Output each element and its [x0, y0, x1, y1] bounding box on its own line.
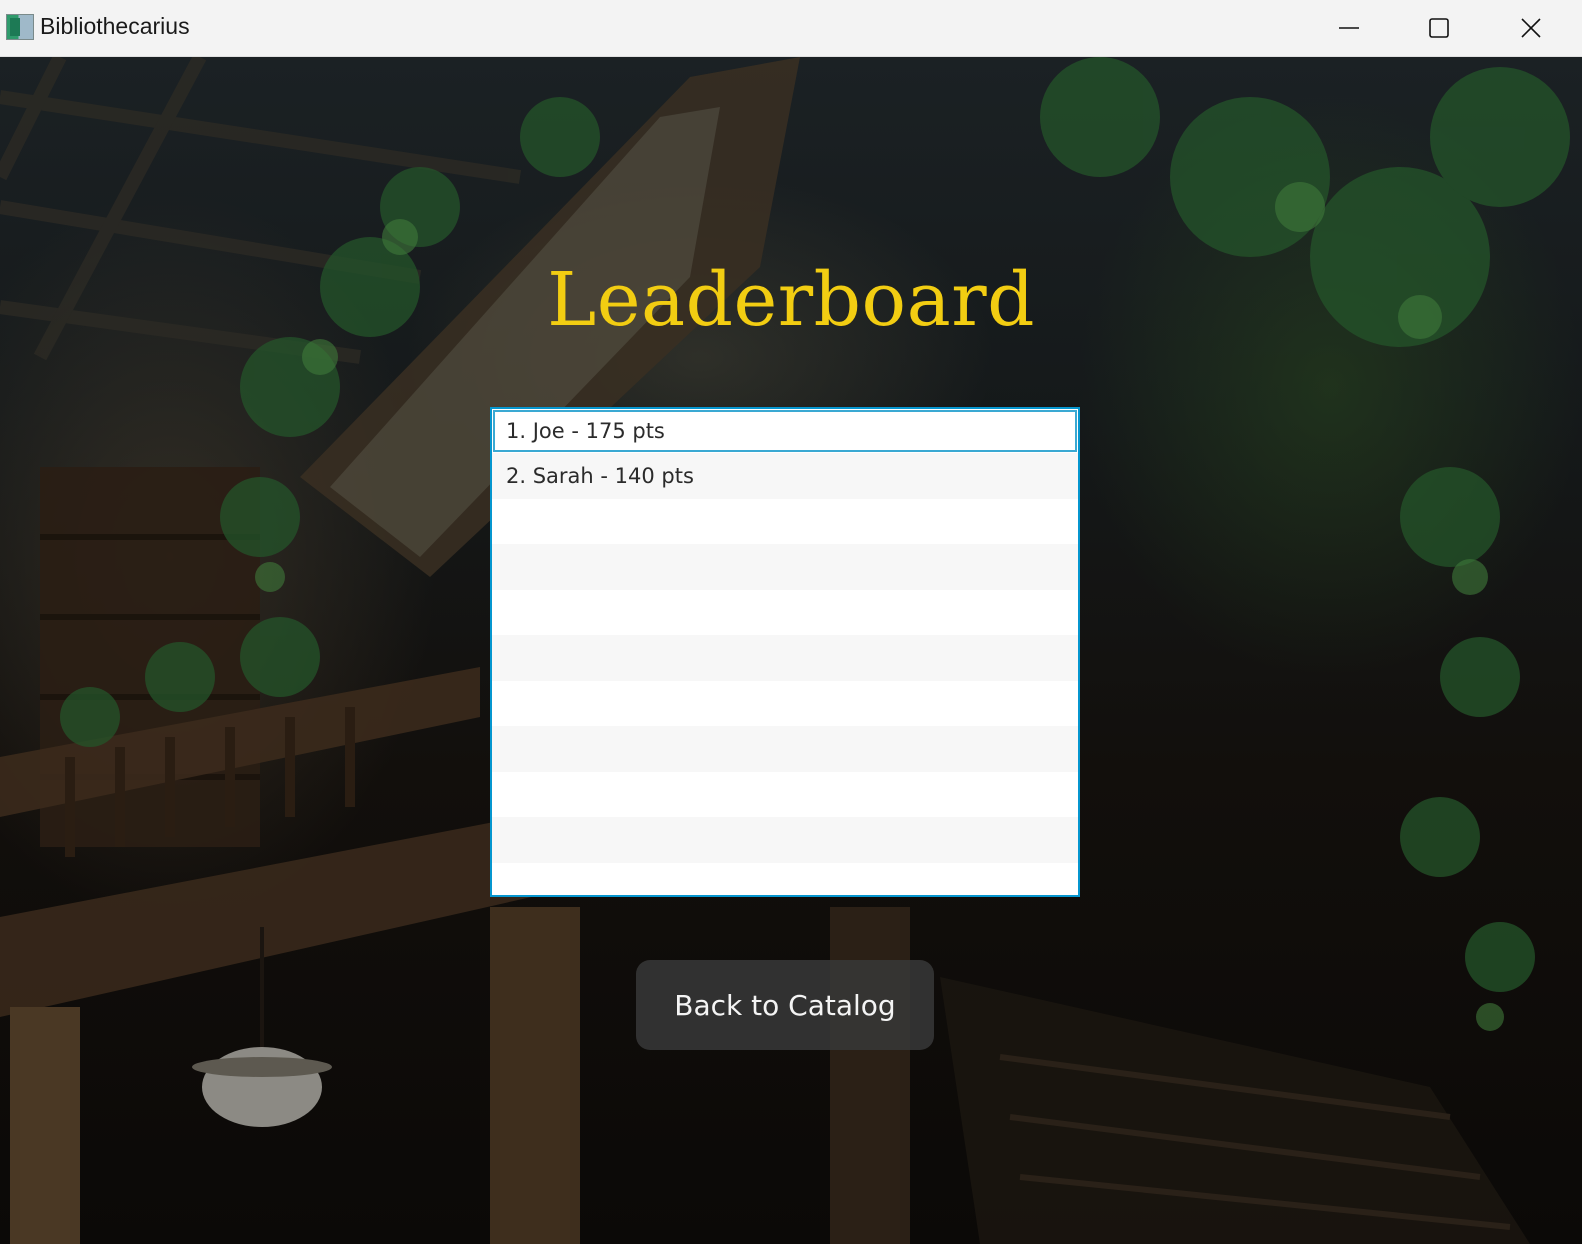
list-row-empty — [492, 498, 1078, 544]
leaderboard-entry-label: 2. Sarah - 140 pts — [506, 463, 694, 488]
minimize-button[interactable] — [1304, 0, 1394, 56]
list-row-empty — [492, 817, 1078, 863]
leaderboard-list[interactable]: 1. Joe - 175 pts 2. Sarah - 140 pts — [490, 407, 1080, 897]
close-button[interactable] — [1486, 0, 1576, 56]
library-background: Leaderboard 1. Joe - 175 pts 2. Sarah - … — [0, 57, 1582, 1244]
app-icon — [6, 14, 34, 40]
maximize-button[interactable] — [1394, 0, 1484, 56]
list-row-empty — [492, 680, 1078, 726]
minimize-icon — [1339, 27, 1359, 29]
close-icon — [1521, 18, 1541, 38]
list-item[interactable]: 2. Sarah - 140 pts — [492, 453, 1078, 499]
app-window: Bibliothecarius Leaderboard 1. Joe - 175… — [0, 0, 1582, 1244]
list-row-empty — [492, 862, 1078, 895]
title-bar: Bibliothecarius — [0, 0, 1582, 57]
list-row-empty — [492, 589, 1078, 635]
page-title: Leaderboard — [547, 257, 1035, 343]
leaderboard-entry-label: 1. Joe - 175 pts — [506, 419, 665, 443]
list-row-empty — [492, 726, 1078, 772]
back-to-catalog-button[interactable]: Back to Catalog — [636, 960, 934, 1050]
window-title: Bibliothecarius — [40, 13, 190, 39]
list-row-empty — [492, 635, 1078, 681]
list-row-empty — [492, 544, 1078, 590]
list-row-empty — [492, 771, 1078, 817]
maximize-icon — [1429, 18, 1449, 38]
list-item[interactable]: 1. Joe - 175 pts — [493, 410, 1077, 452]
